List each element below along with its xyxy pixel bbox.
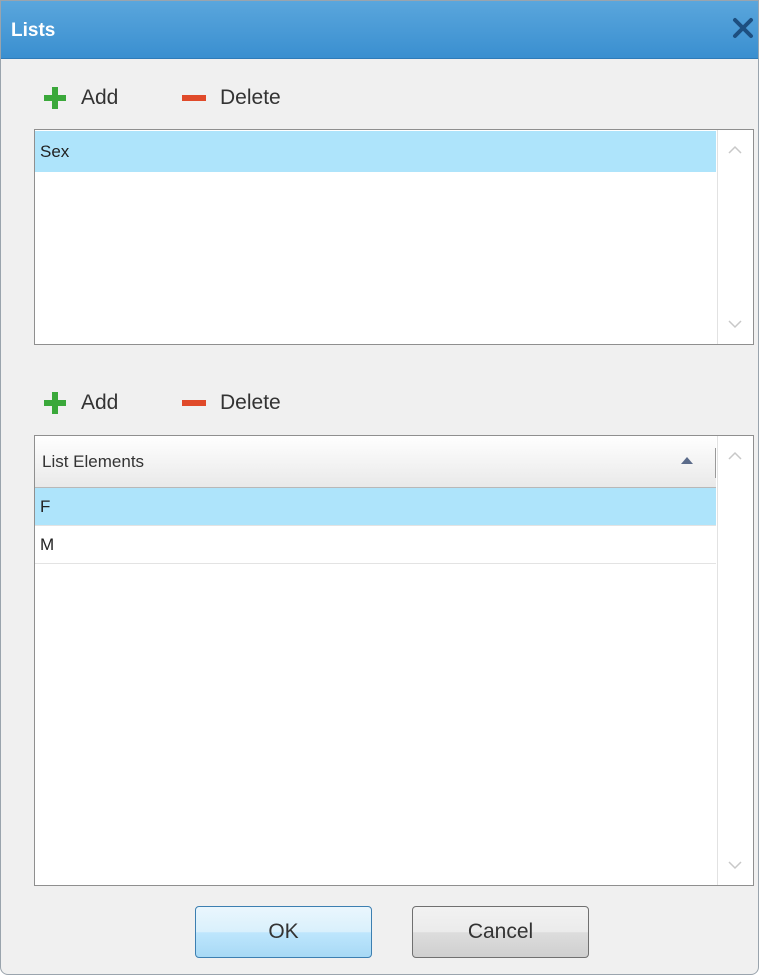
list-item-label: Sex — [40, 142, 70, 161]
lists-add-label: Add — [81, 86, 119, 109]
ok-button[interactable]: OK — [195, 906, 372, 958]
column-separator[interactable] — [715, 448, 716, 478]
table-cell: F — [40, 497, 51, 516]
table-row[interactable]: F — [35, 488, 716, 526]
list-item[interactable]: Sex — [35, 131, 716, 172]
close-button[interactable] — [730, 15, 756, 41]
column-header-label: List Elements — [42, 452, 145, 471]
elements-add-label: Add — [81, 391, 119, 414]
lists-delete-label: Delete — [220, 86, 281, 109]
title-bar: Lists — [1, 1, 758, 59]
dialog-title: Lists — [11, 20, 56, 41]
minus-icon — [182, 400, 206, 406]
lists-listbox[interactable]: Sex — [34, 129, 754, 345]
lists-add-button[interactable]: Add — [41, 81, 118, 115]
elements-add-button[interactable]: Add — [41, 386, 118, 420]
scroll-up-icon[interactable] — [726, 144, 744, 156]
lists-delete-button[interactable]: Delete — [180, 81, 281, 115]
scroll-down-icon[interactable] — [726, 859, 744, 871]
lists-scrollbar[interactable] — [717, 130, 753, 344]
plus-icon — [44, 392, 66, 414]
table-cell: M — [40, 535, 55, 554]
close-icon — [733, 18, 753, 38]
ok-button-label: OK — [268, 920, 299, 943]
lists-dialog: Lists Add Delete Sex Add Delete List Ele… — [0, 0, 759, 975]
minus-icon — [182, 95, 206, 101]
table-row[interactable]: M — [35, 526, 716, 564]
scroll-up-icon[interactable] — [726, 450, 744, 462]
plus-icon — [44, 87, 66, 109]
cancel-button[interactable]: Cancel — [412, 906, 589, 958]
column-header-list-elements[interactable]: List Elements — [35, 436, 716, 488]
elements-delete-label: Delete — [220, 391, 281, 414]
elements-delete-button[interactable]: Delete — [180, 386, 281, 420]
scroll-down-icon[interactable] — [726, 318, 744, 330]
cancel-button-label: Cancel — [467, 920, 534, 943]
elements-grid[interactable]: List Elements F M — [34, 435, 754, 886]
sort-ascending-icon — [681, 457, 693, 464]
elements-scrollbar[interactable] — [717, 436, 753, 885]
